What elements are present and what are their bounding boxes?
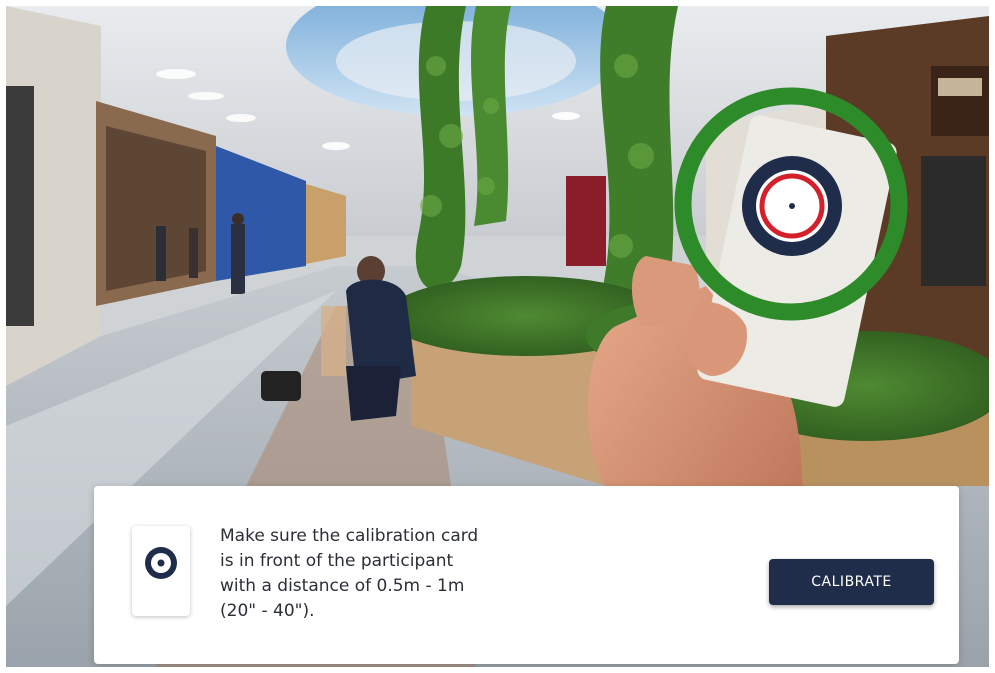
camera-view: Make sure the calibration card is in fro… <box>6 6 989 667</box>
calibration-instruction-panel: Make sure the calibration card is in fro… <box>94 486 959 664</box>
instruction-line: with a distance of 0.5m - 1m <box>220 576 465 596</box>
instruction-line: (20" - 40"). <box>220 601 315 621</box>
instruction-text: Make sure the calibration card is in fro… <box>220 524 580 624</box>
instruction-line: Make sure the calibration card <box>220 526 479 546</box>
calibration-target-icon <box>145 547 177 579</box>
instruction-line: is in front of the participant <box>220 551 454 571</box>
calibration-card-thumbnail <box>132 526 190 616</box>
calibrate-button[interactable]: CALIBRATE <box>769 559 934 605</box>
calibration-target-icon <box>742 156 842 256</box>
